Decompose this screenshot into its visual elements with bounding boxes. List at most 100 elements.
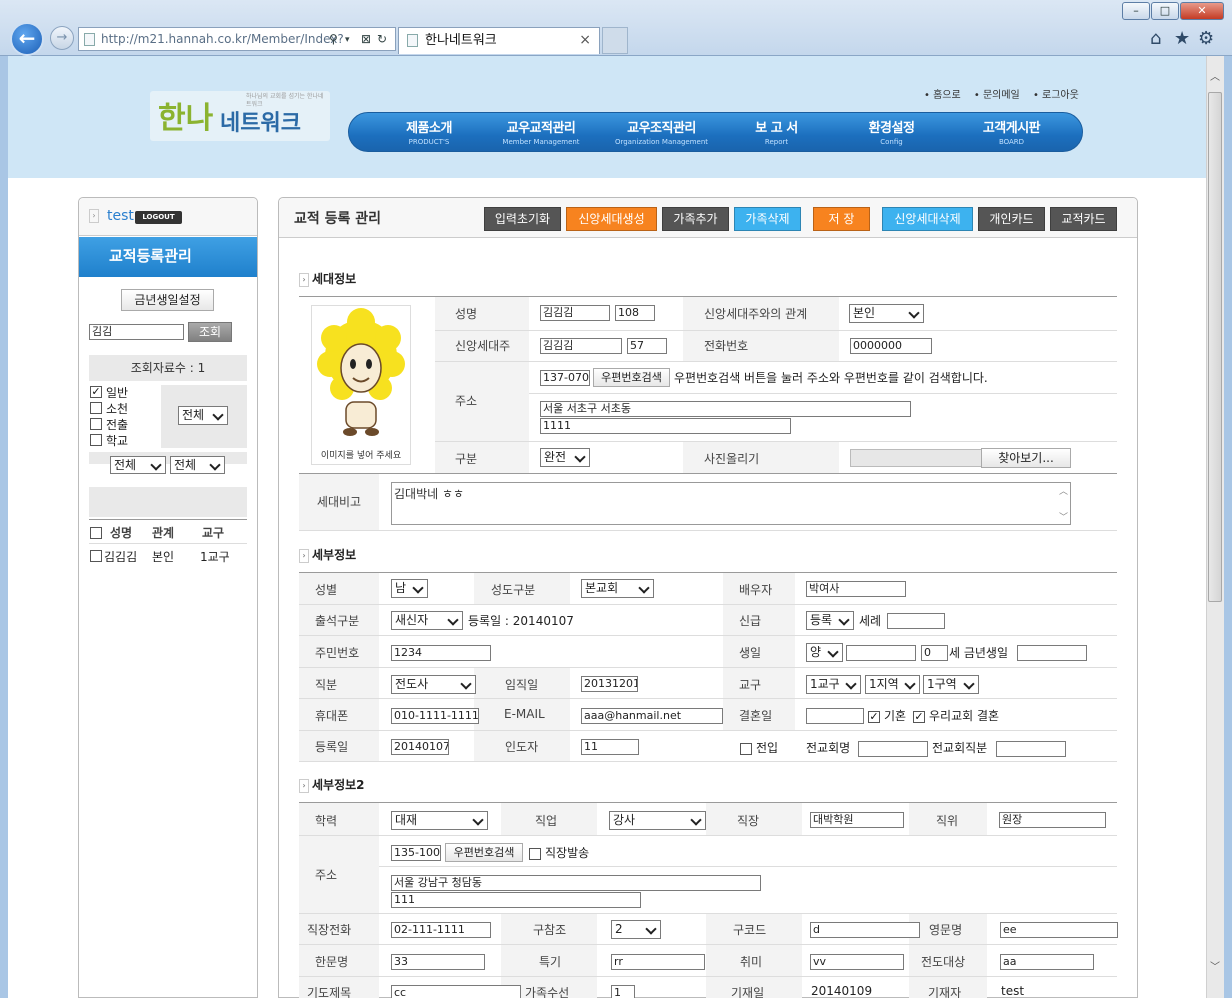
scroll-up-icon[interactable]: ︿ — [1059, 484, 1068, 497]
search-input[interactable]: 김김 — [89, 324, 184, 340]
this-year-birthday-field[interactable] — [1017, 645, 1087, 661]
previous-position-field[interactable] — [996, 741, 1066, 757]
dropdown-icon[interactable]: ▾ — [345, 29, 350, 50]
member-card-button[interactable]: 교적카드 — [1050, 207, 1117, 231]
hobby-field[interactable]: vv — [810, 954, 904, 970]
evangelism-target-field[interactable]: aa — [1000, 954, 1094, 970]
wedding-date-field[interactable] — [806, 708, 864, 724]
education-select[interactable]: 대재 — [391, 811, 488, 830]
work-address-line-1-field[interactable]: 서울 강남구 청담동 — [391, 875, 761, 891]
nav-organization-management[interactable]: 교우조직관리 Organization Management — [599, 117, 724, 146]
minimize-button[interactable]: – — [1122, 2, 1150, 20]
work-mail-checkbox[interactable] — [529, 848, 541, 860]
saint-type-select[interactable]: 본교회 — [581, 579, 654, 598]
forward-arrow-icon[interactable]: → — [50, 26, 74, 50]
checkbox-moved-out[interactable] — [90, 418, 102, 430]
relation-select[interactable]: 본인 — [849, 304, 924, 323]
row-checkbox[interactable] — [90, 550, 102, 562]
home-icon[interactable]: ⌂ — [1150, 28, 1161, 49]
select-all-checkbox[interactable] — [90, 527, 102, 539]
scroll-down-icon[interactable]: ﹀ — [1059, 510, 1068, 523]
our-church-wedding-checkbox[interactable]: ✓ — [913, 711, 925, 723]
checkbox-school[interactable] — [90, 434, 102, 446]
personal-card-button[interactable]: 개인카드 — [978, 207, 1045, 231]
prayer-field[interactable]: cc — [391, 985, 521, 998]
baptism-field[interactable] — [887, 613, 945, 629]
guide-field[interactable]: 11 — [581, 739, 639, 755]
scroll-up-arrow-icon[interactable]: ︿ — [1208, 70, 1222, 86]
birthday-field[interactable] — [846, 645, 916, 661]
occupation-select[interactable]: 강사 — [609, 811, 706, 830]
family-count-field[interactable]: 1 — [611, 985, 635, 998]
rrn-field[interactable]: 1234 — [391, 645, 491, 661]
birthday-calendar-select[interactable]: 양 — [806, 643, 843, 662]
site-logo[interactable]: 한나 네트워크 하나님의 교회를 섬기는 한나네트워크 — [150, 91, 330, 141]
workplace-field[interactable]: 대박학원 — [810, 812, 904, 828]
home-link[interactable]: • 홈으로 — [924, 90, 961, 101]
email-field[interactable]: aaa@hanmail.net — [581, 708, 723, 724]
spouse-field[interactable]: 박여사 — [806, 581, 906, 597]
browser-tab[interactable]: 한나네트워크 × — [398, 27, 600, 54]
district-select[interactable]: 1지역 — [865, 675, 920, 694]
sex-select[interactable]: 남 — [391, 579, 428, 598]
search-button[interactable]: 조회 — [188, 322, 232, 342]
favorites-star-icon[interactable]: ★ — [1174, 28, 1190, 49]
save-button[interactable]: 저 장 — [813, 207, 870, 231]
nav-report[interactable]: 보 고 서 Report — [719, 117, 834, 146]
work-phone-field[interactable]: 02-111-1111 — [391, 922, 491, 938]
browse-button[interactable]: 찾아보기... — [981, 448, 1071, 468]
zone-select[interactable]: 1구역 — [923, 675, 979, 694]
filter-select-2[interactable]: 전체 — [170, 456, 225, 474]
compat-icon[interactable]: ⊠ — [361, 28, 371, 50]
mobile-field[interactable]: 010-1111-1111 — [391, 708, 479, 724]
maximize-button[interactable]: □ — [1151, 2, 1179, 20]
close-window-button[interactable]: ✕ — [1180, 2, 1224, 20]
filter-select-1[interactable]: 전체 — [110, 456, 166, 474]
zip-search-button[interactable]: 우편번호검색 — [593, 368, 670, 387]
nav-board[interactable]: 고객게시판 BOARD — [954, 117, 1069, 146]
work-zip-field[interactable]: 135-100 — [391, 845, 441, 861]
inquiry-mail-link[interactable]: • 문의메일 — [974, 90, 1020, 101]
new-tab-button[interactable] — [602, 27, 628, 54]
specialty-field[interactable]: rr — [611, 954, 705, 970]
checkbox-deceased[interactable] — [90, 402, 102, 414]
registration-date-field[interactable]: 20140107 — [391, 739, 449, 755]
nav-member-management[interactable]: 교우교적관리 Member Management — [481, 117, 601, 146]
delete-household-button[interactable]: 신앙세대삭제 — [882, 207, 973, 231]
transfer-checkbox[interactable] — [740, 743, 752, 755]
zip-field[interactable]: 137-070 — [540, 370, 590, 386]
name-field[interactable]: 김김김 — [540, 305, 610, 321]
rank-field[interactable]: 원장 — [999, 812, 1106, 828]
reset-input-button[interactable]: 입력초기화 — [484, 207, 561, 231]
age-field[interactable]: 0 — [921, 645, 948, 661]
phone-field[interactable]: 0000000 — [850, 338, 932, 354]
gu-code-field[interactable]: d — [810, 922, 920, 938]
status-select[interactable]: 전체 — [178, 406, 228, 425]
checkbox-general[interactable]: ✓ — [90, 386, 102, 398]
table-row[interactable]: 김김김 본인 1교구 — [89, 546, 247, 566]
appointment-date-field[interactable]: 20131201 — [581, 676, 638, 692]
attendance-select[interactable]: 새신자 — [391, 611, 463, 630]
hanja-name-field[interactable]: 33 — [391, 954, 485, 970]
gear-icon[interactable]: ⚙ — [1198, 28, 1214, 49]
parish-select[interactable]: 1교구 — [806, 675, 861, 694]
new-level-select[interactable]: 등록 — [806, 611, 854, 630]
close-tab-icon[interactable]: × — [579, 28, 591, 53]
household-memo-textarea[interactable]: 김대박네 ㅎㅎ ︿ ﹀ — [391, 482, 1071, 525]
work-zip-search-button[interactable]: 우편번호검색 — [445, 843, 523, 862]
photo-box[interactable]: 이미지를 넣어 주세요 — [311, 305, 411, 465]
back-arrow-icon[interactable]: ← — [10, 22, 44, 56]
scrollbar-thumb[interactable] — [1208, 92, 1222, 602]
birthday-setting-button[interactable]: 금년생일설정 — [121, 289, 214, 311]
scroll-down-arrow-icon[interactable]: ﹀ — [1208, 960, 1222, 976]
search-icon[interactable]: ⚲ — [329, 28, 338, 50]
create-household-button[interactable]: 신앙세대생성 — [566, 207, 657, 231]
address-line-1-field[interactable]: 서울 서초구 서초동 — [540, 401, 911, 417]
english-name-field[interactable]: ee — [1000, 922, 1118, 938]
delete-family-button[interactable]: 가족삭제 — [734, 207, 801, 231]
logout-button[interactable]: LOGOUT — [135, 211, 182, 224]
household-head-field[interactable]: 김김김 — [540, 338, 622, 354]
kind-select[interactable]: 완전 — [540, 448, 590, 467]
refresh-icon[interactable]: ↻ — [377, 28, 387, 50]
address-line-2-field[interactable]: 1111 — [540, 418, 791, 434]
